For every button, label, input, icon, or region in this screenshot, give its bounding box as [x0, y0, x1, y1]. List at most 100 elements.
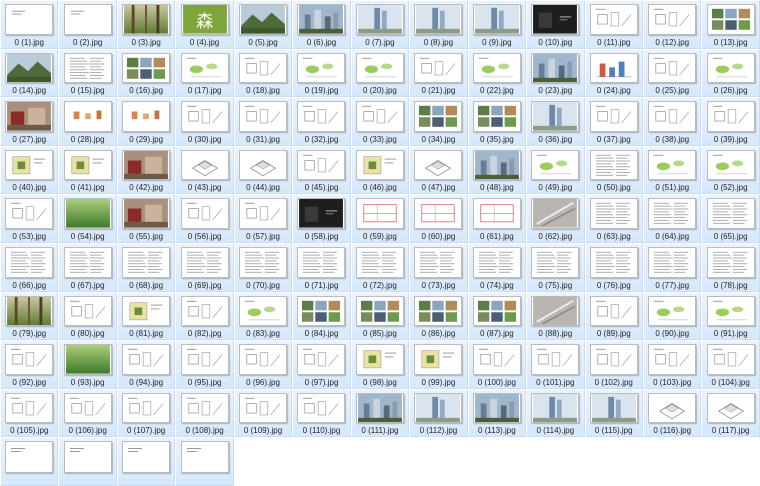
file-tile[interactable]: 0 (30).jpg: [175, 97, 234, 146]
file-tile[interactable]: 0 (63).jpg: [584, 194, 643, 243]
file-tile[interactable]: 0 (117).jpg: [701, 388, 760, 438]
file-tile[interactable]: 0 (96).jpg: [233, 340, 293, 389]
file-tile[interactable]: 0 (62).jpg: [526, 194, 585, 243]
file-tile[interactable]: 0 (67).jpg: [58, 242, 117, 292]
file-tile[interactable]: 0 (57).jpg: [233, 194, 293, 243]
file-tile[interactable]: 0 (74).jpg: [467, 242, 527, 292]
file-tile[interactable]: 0 (54).jpg: [58, 194, 117, 243]
file-tile[interactable]: 0 (34).jpg: [409, 97, 468, 146]
file-tile[interactable]: 0 (22).jpg: [467, 48, 527, 98]
file-tile[interactable]: 0 (46).jpg: [350, 145, 410, 195]
file-tile[interactable]: 0 (17).jpg: [175, 48, 234, 98]
file-tile[interactable]: [116, 437, 176, 486]
file-tile[interactable]: [175, 437, 234, 486]
file-tile[interactable]: 0 (68).jpg: [116, 242, 176, 292]
file-tile[interactable]: 0 (73).jpg: [409, 242, 468, 292]
file-tile[interactable]: 0 (110).jpg: [292, 388, 351, 438]
file-tile[interactable]: 0 (38).jpg: [642, 97, 702, 146]
file-tile[interactable]: 0 (61).jpg: [467, 194, 527, 243]
file-tile[interactable]: 0 (87).jpg: [467, 291, 527, 341]
file-tile[interactable]: 0 (45).jpg: [292, 145, 351, 195]
file-tile[interactable]: 0 (15).jpg: [58, 48, 117, 98]
file-tile[interactable]: 0 (3).jpg: [116, 0, 176, 49]
file-tile[interactable]: 0 (66).jpg: [0, 242, 59, 292]
file-tile[interactable]: 0 (109).jpg: [233, 388, 293, 438]
file-tile[interactable]: 0 (39).jpg: [701, 97, 760, 146]
file-tile[interactable]: 0 (10).jpg: [526, 0, 585, 49]
file-tile[interactable]: 0 (51).jpg: [642, 145, 702, 195]
file-tile[interactable]: 0 (76).jpg: [584, 242, 643, 292]
file-tile[interactable]: 0 (91).jpg: [701, 291, 760, 341]
file-tile[interactable]: 0 (28).jpg: [58, 97, 117, 146]
file-tile[interactable]: 0 (102).jpg: [584, 340, 643, 389]
file-tile[interactable]: 0 (19).jpg: [292, 48, 351, 98]
file-tile[interactable]: [0, 437, 59, 486]
file-tile[interactable]: 0 (101).jpg: [526, 340, 585, 389]
file-tile[interactable]: 0 (111).jpg: [350, 388, 410, 438]
file-tile[interactable]: 0 (115).jpg: [584, 388, 643, 438]
file-tile[interactable]: 0 (90).jpg: [642, 291, 702, 341]
file-tile[interactable]: 0 (85).jpg: [350, 291, 410, 341]
file-tile[interactable]: 0 (95).jpg: [175, 340, 234, 389]
file-tile[interactable]: 0 (106).jpg: [58, 388, 117, 438]
file-tile[interactable]: 0 (59).jpg: [350, 194, 410, 243]
file-tile[interactable]: 0 (58).jpg: [292, 194, 351, 243]
file-tile[interactable]: 0 (89).jpg: [584, 291, 643, 341]
file-tile[interactable]: 0 (60).jpg: [409, 194, 468, 243]
file-tile[interactable]: [58, 437, 117, 486]
file-tile[interactable]: 0 (41).jpg: [58, 145, 117, 195]
file-tile[interactable]: 0 (81).jpg: [116, 291, 176, 341]
file-tile[interactable]: 0 (24).jpg: [584, 48, 643, 98]
file-tile[interactable]: 0 (104).jpg: [701, 340, 760, 389]
file-tile[interactable]: 0 (93).jpg: [58, 340, 117, 389]
file-tile[interactable]: 0 (36).jpg: [526, 97, 585, 146]
file-tile[interactable]: 0 (92).jpg: [0, 340, 59, 389]
file-tile[interactable]: 0 (71).jpg: [292, 242, 351, 292]
file-tile[interactable]: 0 (35).jpg: [467, 97, 527, 146]
file-tile[interactable]: 0 (84).jpg: [292, 291, 351, 341]
file-tile[interactable]: 0 (50).jpg: [584, 145, 643, 195]
file-tile[interactable]: 0 (99).jpg: [409, 340, 468, 389]
file-tile[interactable]: 0 (25).jpg: [642, 48, 702, 98]
file-tile[interactable]: 0 (70).jpg: [233, 242, 293, 292]
file-tile[interactable]: 0 (11).jpg: [584, 0, 643, 49]
file-tile[interactable]: 0 (52).jpg: [701, 145, 760, 195]
file-tile[interactable]: 0 (55).jpg: [116, 194, 176, 243]
file-tile[interactable]: 0 (23).jpg: [526, 48, 585, 98]
file-tile[interactable]: 0 (14).jpg: [0, 48, 59, 98]
file-tile[interactable]: 0 (42).jpg: [116, 145, 176, 195]
file-tile[interactable]: 0 (29).jpg: [116, 97, 176, 146]
file-tile[interactable]: 0 (32).jpg: [292, 97, 351, 146]
file-tile[interactable]: 0 (37).jpg: [584, 97, 643, 146]
file-tile[interactable]: 0 (6).jpg: [292, 0, 351, 49]
file-tile[interactable]: 0 (26).jpg: [701, 48, 760, 98]
file-tile[interactable]: 0 (98).jpg: [350, 340, 410, 389]
file-tile[interactable]: 0 (33).jpg: [350, 97, 410, 146]
file-tile[interactable]: 0 (47).jpg: [409, 145, 468, 195]
file-tile[interactable]: 0 (20).jpg: [350, 48, 410, 98]
file-tile[interactable]: 0 (69).jpg: [175, 242, 234, 292]
file-tile[interactable]: 0 (5).jpg: [233, 0, 293, 49]
file-tile[interactable]: 0 (31).jpg: [233, 97, 293, 146]
file-tile[interactable]: 0 (78).jpg: [701, 242, 760, 292]
file-tile[interactable]: 0 (107).jpg: [116, 388, 176, 438]
file-tile[interactable]: 0 (88).jpg: [526, 291, 585, 341]
file-tile[interactable]: 0 (80).jpg: [58, 291, 117, 341]
file-tile[interactable]: 0 (77).jpg: [642, 242, 702, 292]
file-tile[interactable]: 0 (9).jpg: [467, 0, 527, 49]
file-tile[interactable]: 0 (44).jpg: [233, 145, 293, 195]
file-tile[interactable]: 0 (100).jpg: [467, 340, 527, 389]
file-tile[interactable]: 0 (113).jpg: [467, 388, 527, 438]
file-tile[interactable]: 0 (16).jpg: [116, 48, 176, 98]
file-tile[interactable]: 0 (43).jpg: [175, 145, 234, 195]
file-tile[interactable]: 0 (8).jpg: [409, 0, 468, 49]
file-tile[interactable]: 0 (114).jpg: [526, 388, 585, 438]
file-tile[interactable]: 0 (49).jpg: [526, 145, 585, 195]
file-tile[interactable]: 0 (7).jpg: [350, 0, 410, 49]
file-tile[interactable]: 0 (12).jpg: [642, 0, 702, 49]
file-tile[interactable]: 0 (79).jpg: [0, 291, 59, 341]
file-tile[interactable]: 0 (83).jpg: [233, 291, 293, 341]
file-tile[interactable]: 0 (21).jpg: [409, 48, 468, 98]
file-tile[interactable]: 0 (18).jpg: [233, 48, 293, 98]
file-tile[interactable]: 0 (75).jpg: [526, 242, 585, 292]
